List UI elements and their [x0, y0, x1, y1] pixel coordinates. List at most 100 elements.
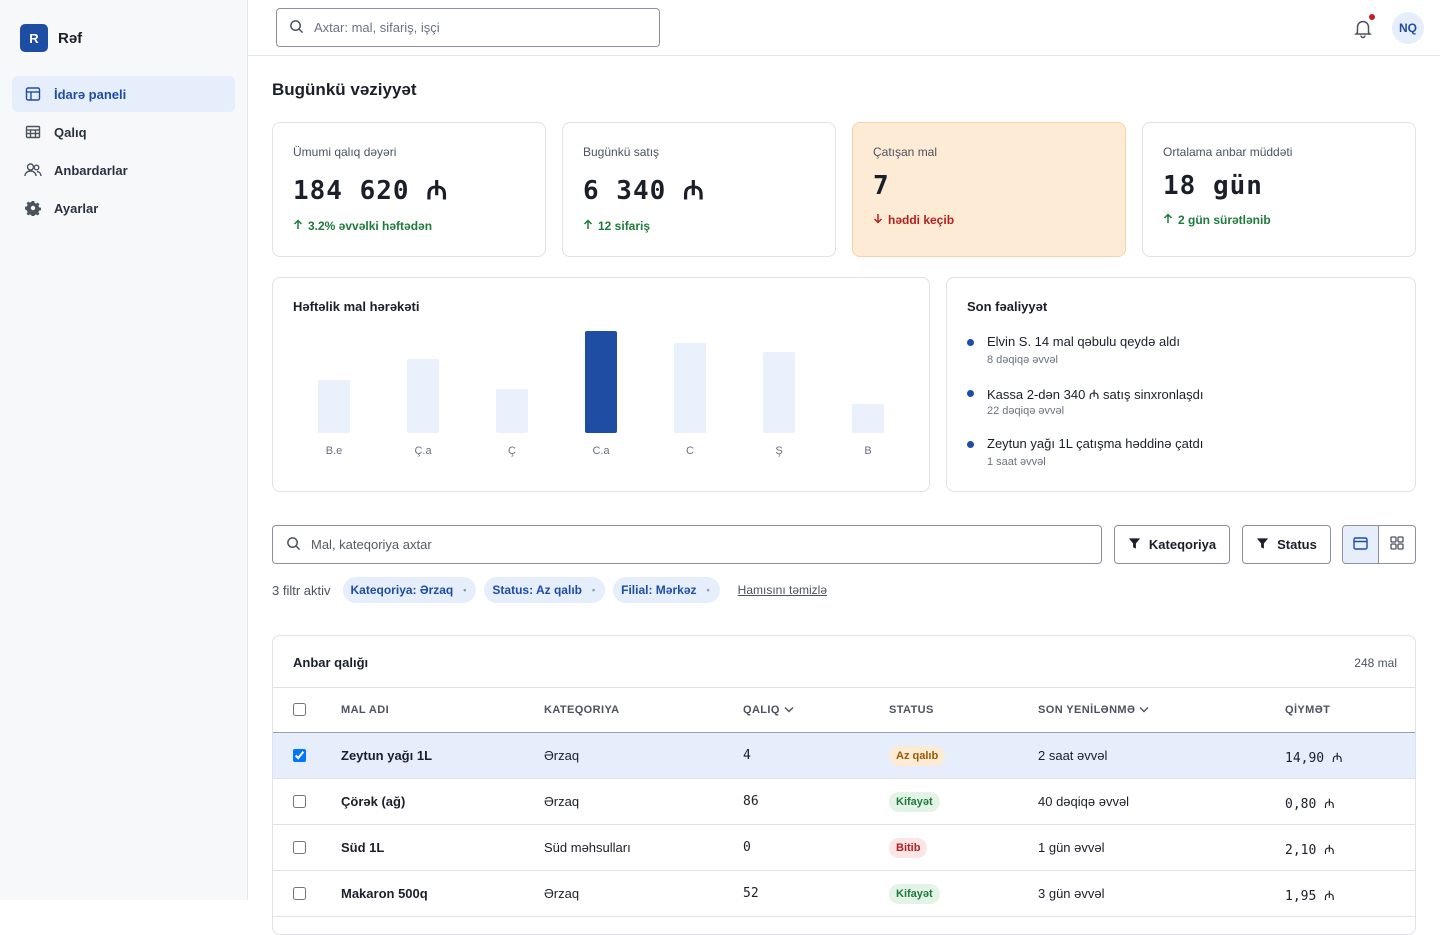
arrow-up-icon	[1163, 213, 1173, 227]
chart-category-label: C.a	[592, 445, 610, 457]
chip-label: Kateqoriya: Ərzaq	[350, 583, 454, 597]
kpi-trend: 3.2% əvvəlki həftədən	[293, 219, 525, 233]
chart-bar[interactable]	[763, 352, 795, 433]
topbar: NQ	[248, 0, 1440, 56]
column-header-stock[interactable]: QALIQ	[743, 704, 794, 716]
cell-stock: 86	[743, 794, 759, 809]
product-search-input[interactable]	[311, 537, 1071, 552]
chip-remove-icon[interactable]: •	[463, 585, 466, 595]
status-badge: Bitib	[889, 838, 928, 858]
view-toggle	[1342, 525, 1416, 564]
global-search-input[interactable]	[314, 20, 644, 35]
column-header-status[interactable]: STATUS	[889, 704, 934, 716]
chip-remove-icon[interactable]: •	[707, 585, 710, 595]
row-checkbox[interactable]	[293, 841, 306, 854]
activity-text: Elvin S. 14 mal qəbulu qeydə aldı	[987, 334, 1180, 349]
table-row[interactable]: Zeytun yağı 1L Ərzaq 4 Az qalıb 2 saat ə…	[273, 733, 1415, 779]
kpi-value: 18 gün	[1163, 171, 1263, 201]
sidebar: R Rəf İdarə paneli Qalıq Anbardarlar Aya…	[0, 0, 248, 900]
chart-bar[interactable]	[585, 331, 617, 433]
chart-bar[interactable]	[674, 343, 706, 433]
table-view-button[interactable]	[1343, 526, 1380, 563]
chip-label: Filial: Mərkəz	[621, 583, 697, 597]
row-checkbox[interactable]	[293, 795, 306, 808]
kpi-label: Bugünkü satış	[583, 145, 660, 159]
table-view-icon	[1353, 536, 1368, 553]
brand-name: Rəf	[58, 29, 83, 47]
sidebar-item-inventory[interactable]: Qalıq	[12, 114, 235, 150]
status-badge: Kifayət	[889, 792, 940, 812]
avatar[interactable]: NQ	[1392, 12, 1424, 44]
status-badge: Kifayət	[889, 884, 940, 904]
cell-stock: 52	[743, 886, 759, 901]
brand-logo: R	[20, 24, 48, 52]
cell-updated: 40 dəqiqə əvvəl	[1038, 794, 1130, 809]
cell-name: Süd 1L	[341, 840, 385, 855]
kpi-card-shortage: Çatışan mal 7 həddi keçib	[852, 122, 1126, 257]
status-badge: Az qalıb	[889, 746, 946, 766]
sidebar-item-label: Ayarlar	[54, 200, 99, 216]
cell-category: Ərzaq	[544, 794, 580, 809]
chart-category-label: B.e	[326, 445, 343, 457]
sidebar-nav: İdarə paneli Qalıq Anbardarlar Ayarlar	[12, 76, 235, 228]
cell-updated: 1 gün əvvəl	[1038, 840, 1105, 855]
cell-price: 2,10 ₼	[1285, 843, 1335, 858]
chart-bar[interactable]	[852, 404, 884, 433]
column-header-name[interactable]: MAL ADI	[341, 704, 389, 716]
select-all-checkbox[interactable]	[293, 703, 306, 716]
activity-title: Son fəaliyyət	[967, 299, 1048, 314]
filter-chip[interactable]: Status: Az qalıb •	[484, 577, 606, 603]
bell-icon[interactable]	[1352, 17, 1374, 39]
kpi-label: Çatışan mal	[873, 145, 938, 159]
grid-view-button[interactable]	[1379, 526, 1415, 563]
cell-category: Süd məhsulları	[544, 840, 631, 855]
filter-icon	[1256, 537, 1269, 553]
chart-bar[interactable]	[407, 359, 439, 433]
table-row[interactable]: Süd 1L Süd məhsulları 0 Bitib 1 gün əvvə…	[273, 825, 1415, 871]
chip-remove-icon[interactable]: •	[592, 585, 595, 595]
row-checkbox[interactable]	[293, 887, 306, 900]
column-header-category[interactable]: KATEQORIYA	[544, 704, 620, 716]
cell-price: 0,80 ₼	[1285, 797, 1335, 812]
arrow-down-icon	[873, 213, 883, 227]
cell-category: Ərzaq	[544, 748, 580, 763]
chart-bar[interactable]	[496, 389, 528, 433]
kpi-label: Ortalama anbar müddəti	[1163, 145, 1293, 159]
product-search[interactable]	[272, 525, 1102, 564]
brand[interactable]: R Rəf	[20, 24, 82, 52]
activity-dot	[967, 339, 974, 346]
status-filter-button[interactable]: Status	[1242, 525, 1331, 564]
chart-category-label: Ç.a	[414, 445, 432, 457]
table-row[interactable]: Çörək (ağ) Ərzaq 86 Kifayət 40 dəqiqə əv…	[273, 779, 1415, 825]
button-label: Status	[1277, 537, 1317, 552]
filter-icon	[1128, 537, 1141, 553]
grid-view-icon	[1390, 536, 1404, 553]
arrow-up-icon	[583, 219, 593, 233]
inventory-icon	[24, 123, 42, 141]
sidebar-item-dashboard[interactable]: İdarə paneli	[12, 76, 235, 112]
search-icon	[289, 19, 304, 37]
table-row[interactable]: Makaron 500q Ərzaq 52 Kifayət 3 gün əvvə…	[273, 871, 1415, 917]
column-header-price[interactable]: QİYMƏT	[1285, 704, 1330, 716]
category-filter-button[interactable]: Kateqoriya	[1114, 525, 1230, 564]
sidebar-item-settings[interactable]: Ayarlar	[12, 190, 235, 226]
chart-bar[interactable]	[318, 380, 350, 433]
recent-activity: Son fəaliyyət Elvin S. 14 mal qəbulu qey…	[946, 277, 1416, 492]
row-checkbox[interactable]	[293, 749, 306, 762]
cell-name: Çörək (ağ)	[341, 794, 406, 809]
filter-chip[interactable]: Filial: Mərkəz •	[613, 577, 720, 603]
sidebar-item-label: Qalıq	[54, 124, 87, 140]
chip-label: Status: Az qalıb	[492, 583, 582, 597]
kpi-trend: həddi keçib	[873, 213, 1105, 227]
table-header-bar: Anbar qalığı 248 mal	[273, 636, 1415, 688]
global-search[interactable]	[276, 8, 660, 47]
table-count: 248 mal	[1354, 656, 1397, 670]
column-header-updated[interactable]: SON YENİLƏNMƏ	[1038, 704, 1149, 716]
sidebar-item-users[interactable]: Anbardarlar	[12, 152, 235, 188]
kpi-value: 6 340 ₼	[583, 176, 705, 206]
cell-stock: 4	[743, 748, 751, 763]
clear-filters-link[interactable]: Hamısını təmizlə	[738, 583, 827, 597]
filter-chip[interactable]: Kateqoriya: Ərzaq •	[342, 577, 477, 603]
kpi-trend: 2 gün sürətlənib	[1163, 213, 1395, 227]
active-filter-count: 3 filtr aktiv	[272, 582, 331, 598]
